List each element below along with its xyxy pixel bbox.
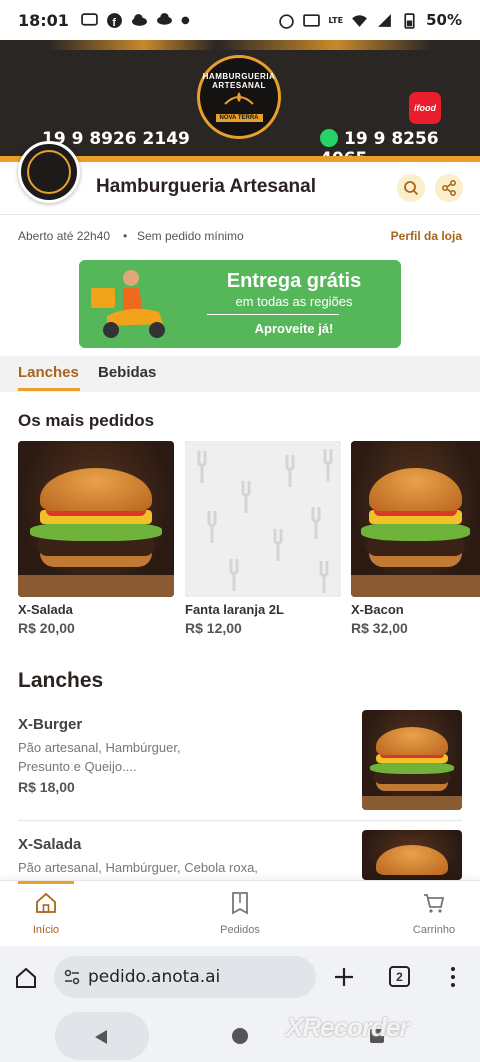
back-button[interactable] bbox=[55, 1012, 149, 1060]
browser-toolbar: pedido.anota.ai 2 bbox=[0, 946, 480, 1010]
list-item-image[interactable] bbox=[362, 710, 462, 810]
product-card-name[interactable]: X-Bacon bbox=[351, 602, 404, 617]
tab-bebidas[interactable]: Bebidas bbox=[98, 364, 156, 381]
category-tabs: Lanches Bebidas bbox=[0, 356, 480, 392]
notification-icons: f ● bbox=[81, 12, 190, 29]
nav-pedidos-label: Pedidos bbox=[220, 924, 260, 936]
header-divider bbox=[0, 214, 480, 215]
status-bar: 18:01 f ● LTE 50% bbox=[0, 0, 480, 40]
battery-level: 50% bbox=[426, 11, 462, 29]
store-name: Hamburgueria Artesanal bbox=[96, 176, 316, 197]
share-button[interactable] bbox=[435, 174, 463, 202]
address-bar[interactable]: pedido.anota.ai bbox=[54, 956, 316, 998]
ifood-label: ifood bbox=[414, 103, 436, 113]
url-text: pedido.anota.ai bbox=[88, 967, 221, 987]
ifood-badge[interactable]: ifood bbox=[409, 92, 441, 124]
list-item-name[interactable]: X-Burger bbox=[18, 716, 82, 733]
tab-lanches[interactable]: Lanches bbox=[18, 364, 79, 381]
product-card-price: R$ 20,00 bbox=[18, 620, 75, 636]
home-icon bbox=[36, 892, 56, 913]
system-icons: LTE 50% bbox=[278, 11, 462, 29]
tab-count: 2 bbox=[396, 969, 403, 984]
cart-icon bbox=[424, 894, 445, 913]
min-order: Sem pedido mínimo bbox=[137, 229, 244, 243]
promo-subtitle: em todas as regiões bbox=[235, 294, 353, 309]
receipt-icon bbox=[232, 892, 248, 915]
cloud-rain-icon bbox=[157, 12, 172, 25]
product-card-image[interactable] bbox=[351, 441, 480, 597]
svg-text:f: f bbox=[112, 16, 116, 28]
network-type: LTE bbox=[328, 15, 344, 25]
most-ordered-title: Os mais pedidos bbox=[18, 411, 155, 430]
store-banner: HAMBURGUERIA ARTESANAL NOVA TERRA ifood … bbox=[0, 40, 480, 162]
chat-icon bbox=[81, 12, 98, 26]
list-item-description: Pão artesanal, Hambúrguer, Cebola roxa, bbox=[18, 860, 258, 875]
product-card-name[interactable]: Fanta laranja 2L bbox=[185, 602, 284, 617]
more-notifications-dot: ● bbox=[180, 14, 190, 26]
site-settings-icon[interactable] bbox=[64, 969, 80, 985]
facebook-icon: f bbox=[107, 12, 122, 28]
status-time: 18:01 bbox=[18, 10, 69, 30]
open-hours: Aberto até 22h40 bbox=[18, 229, 111, 243]
search-icon bbox=[404, 181, 419, 196]
tab-switcher-button[interactable]: 2 bbox=[389, 966, 410, 987]
product-card-name[interactable]: X-Salada bbox=[18, 602, 73, 617]
bottom-navigation: Início Pedidos Carrinho bbox=[0, 880, 480, 946]
promo-title: Entrega grátis bbox=[226, 270, 362, 292]
alarm-icon bbox=[279, 13, 295, 29]
browser-home-icon[interactable] bbox=[14, 966, 38, 990]
nav-pedidos[interactable]: Pedidos bbox=[190, 891, 290, 936]
promo-banner[interactable]: Entrega grátis em todas as regiões Aprov… bbox=[79, 260, 401, 348]
home-circle-icon[interactable] bbox=[231, 1027, 249, 1045]
active-tab-indicator bbox=[18, 388, 80, 391]
product-card-image[interactable] bbox=[185, 441, 341, 597]
banner-logo-text: HAMBURGUERIA ARTESANAL bbox=[202, 72, 276, 90]
cast-icon bbox=[303, 13, 321, 27]
overflow-menu-icon[interactable] bbox=[444, 966, 462, 988]
store-avatar bbox=[18, 141, 80, 203]
nav-carrinho[interactable]: Carrinho bbox=[384, 891, 480, 936]
list-item-name[interactable]: X-Salada bbox=[18, 836, 81, 853]
banner-decoration bbox=[0, 40, 480, 50]
promo-divider bbox=[207, 314, 339, 315]
new-tab-icon[interactable] bbox=[333, 966, 355, 988]
cloud-icon bbox=[132, 13, 147, 26]
list-item-price: R$ 18,00 bbox=[18, 779, 75, 795]
product-card-price: R$ 32,00 bbox=[351, 620, 408, 636]
promo-cta: Aproveite já! bbox=[254, 321, 334, 336]
store-profile-link[interactable]: Perfil da loja bbox=[391, 229, 462, 243]
signal-icon bbox=[378, 13, 391, 27]
product-card-image[interactable] bbox=[18, 441, 174, 597]
info-separator: • bbox=[123, 229, 128, 243]
back-icon bbox=[95, 1030, 107, 1044]
list-item-image[interactable] bbox=[362, 830, 462, 880]
nav-inicio[interactable]: Início bbox=[0, 891, 96, 936]
recorder-watermark: XRecorder bbox=[286, 1012, 409, 1042]
battery-icon bbox=[404, 12, 415, 29]
delivery-scooter-icon bbox=[91, 270, 165, 338]
nav-carrinho-label: Carrinho bbox=[412, 924, 456, 936]
whatsapp-icon bbox=[320, 129, 338, 147]
list-divider bbox=[18, 820, 462, 821]
flame-icon bbox=[224, 92, 254, 105]
lanches-section-title: Lanches bbox=[18, 669, 104, 692]
share-icon bbox=[442, 180, 456, 196]
list-item-description: Pão artesanal, Hambúrguer, Presunto e Qu… bbox=[18, 740, 181, 774]
nav-inicio-label: Início bbox=[32, 924, 60, 936]
wifi-icon bbox=[352, 14, 368, 27]
product-card-price: R$ 12,00 bbox=[185, 620, 242, 636]
nav-active-indicator bbox=[18, 881, 74, 884]
utensils-placeholder-icon bbox=[197, 449, 333, 593]
banner-logo-subtext: NOVA TERRA bbox=[215, 114, 263, 122]
search-button[interactable] bbox=[397, 174, 425, 202]
banner-logo: HAMBURGUERIA ARTESANAL NOVA TERRA bbox=[197, 55, 281, 139]
